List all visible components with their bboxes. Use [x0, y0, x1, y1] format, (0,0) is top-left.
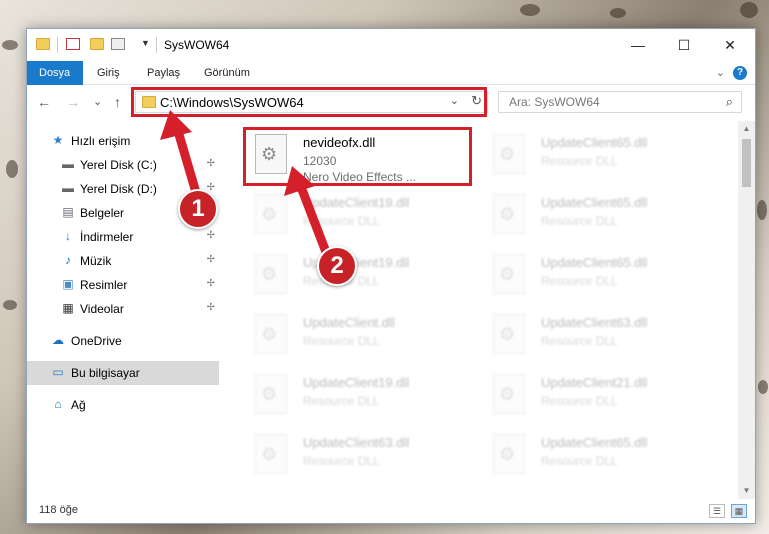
step-marker-1: 1: [178, 189, 218, 229]
annotation-arrows: [160, 110, 331, 257]
arrow-to-file: [284, 166, 331, 257]
step-marker-2: 2: [317, 246, 357, 286]
arrow-to-address: [160, 110, 202, 201]
